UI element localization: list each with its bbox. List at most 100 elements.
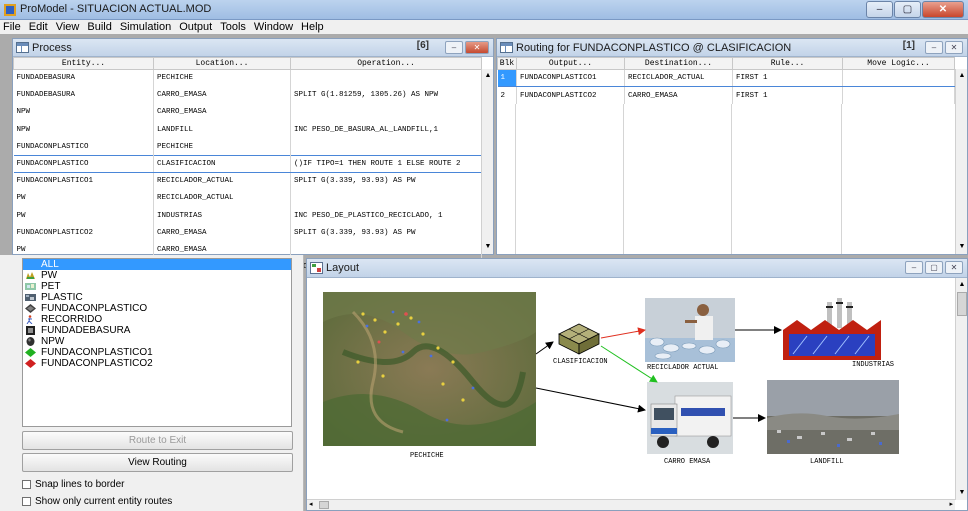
process-operation-cell[interactable] bbox=[290, 189, 482, 207]
process-row[interactable]: FUNDADEBASURA CARRO_EMASA SPLIT G(1.81259,… bbox=[13, 86, 482, 104]
routing-move-logic-cell[interactable] bbox=[842, 68, 955, 88]
process-entity-cell[interactable]: FUNDADEBASURA bbox=[13, 69, 154, 87]
entity-list-item[interactable]: PW bbox=[23, 270, 291, 281]
process-location-cell[interactable]: INDUSTRIAS bbox=[153, 207, 291, 225]
process-row[interactable]: NPW LANDFILL INC PESO_DE_BASURA_AL_LANDFIL… bbox=[13, 121, 482, 139]
process-location-cell[interactable]: CARRO_EMASA bbox=[153, 224, 291, 242]
routing-row[interactable]: 1 FUNDACONPLASTICO1 RECICLADOR_ACTUAL FIRST… bbox=[497, 68, 955, 88]
process-location-cell[interactable]: CLASIFICACION bbox=[153, 154, 291, 174]
process-row[interactable]: FUNDADEBASURA PECHICHE bbox=[13, 69, 482, 87]
scroll-up-icon[interactable]: ▲ bbox=[957, 71, 967, 81]
process-row[interactable]: FUNDACONPLASTICO2 CARRO_EMASA SPLIT G(3.33… bbox=[13, 224, 482, 242]
process-row[interactable]: NPW CARRO_EMASA bbox=[13, 103, 482, 122]
scroll-up-icon[interactable]: ▲ bbox=[957, 280, 967, 290]
checkbox-icon[interactable] bbox=[22, 480, 31, 489]
routing-rule-cell[interactable]: FIRST 1 bbox=[732, 68, 843, 88]
process-location-cell[interactable]: CARRO_EMASA bbox=[153, 86, 291, 104]
layout-minimize-button[interactable]: – bbox=[905, 261, 923, 274]
entity-list-item[interactable]: PLASTIC bbox=[23, 292, 291, 303]
process-operation-cell[interactable]: INC PESO_DE_BASURA_AL_LANDFILL,1 bbox=[290, 121, 482, 139]
entity-list-item[interactable]: NPW bbox=[23, 336, 291, 347]
routing-scrollbar[interactable]: ▲ ▼ bbox=[955, 69, 967, 254]
column-operation[interactable]: Operation... bbox=[290, 57, 482, 70]
process-operation-cell[interactable]: ()IF TIPO=1 THEN ROUTE 1 ELSE ROUTE 2 bbox=[290, 154, 482, 174]
scroll-left-icon[interactable]: ◂ bbox=[309, 500, 313, 510]
checkbox-icon[interactable] bbox=[22, 497, 31, 506]
entity-list-item[interactable]: FUNDACONPLASTICO2 bbox=[23, 358, 291, 369]
menu-help[interactable]: Help bbox=[301, 21, 324, 33]
scroll-up-icon[interactable]: ▲ bbox=[483, 71, 493, 81]
menu-edit[interactable]: Edit bbox=[29, 21, 48, 33]
process-operation-cell[interactable] bbox=[290, 138, 482, 156]
close-button[interactable]: ✕ bbox=[922, 1, 964, 18]
process-operation-cell[interactable] bbox=[290, 241, 482, 259]
entity-list[interactable]: ALL PW PET PLASTIC FUNDACONPLASTICO RECORRIDO… bbox=[22, 258, 292, 427]
view-routing-button[interactable]: View Routing bbox=[22, 453, 293, 472]
routing-output-cell[interactable]: FUNDACONPLASTICO2 bbox=[516, 86, 625, 104]
entity-list-item[interactable]: FUNDACONPLASTICO bbox=[23, 303, 291, 314]
scroll-thumb[interactable] bbox=[319, 501, 329, 509]
routing-minimize-button[interactable]: – bbox=[925, 41, 943, 54]
scroll-down-icon[interactable]: ▼ bbox=[957, 242, 967, 252]
route-pechiche-carro[interactable] bbox=[535, 387, 646, 413]
process-location-cell[interactable]: PECHICHE bbox=[153, 69, 291, 87]
process-entity-cell[interactable]: NPW bbox=[13, 121, 154, 139]
entity-list-item[interactable]: PET bbox=[23, 281, 291, 292]
process-entity-cell[interactable]: FUNDACONPLASTICO bbox=[13, 138, 154, 156]
entity-list-item[interactable]: ALL bbox=[23, 259, 291, 270]
process-operation-cell[interactable] bbox=[290, 69, 482, 87]
column-entity[interactable]: Entity... bbox=[13, 57, 154, 70]
column-move-logic[interactable]: Move Logic... bbox=[842, 57, 955, 70]
scroll-thumb[interactable] bbox=[957, 292, 967, 316]
entity-list-item[interactable]: FUNDACONPLASTICO1 bbox=[23, 347, 291, 358]
menu-window[interactable]: Window bbox=[254, 21, 293, 33]
entity-list-item[interactable]: RECORRIDO bbox=[23, 314, 291, 325]
menu-view[interactable]: View bbox=[56, 21, 80, 33]
process-entity-cell[interactable]: FUNDACONPLASTICO2 bbox=[13, 224, 154, 242]
process-row[interactable]: PW INDUSTRIAS INC PESO_DE_PLASTICO_RECICLA… bbox=[13, 207, 482, 225]
scroll-down-icon[interactable]: ▼ bbox=[483, 242, 493, 252]
process-location-cell[interactable]: CARRO_EMASA bbox=[153, 103, 291, 122]
process-location-cell[interactable]: PECHICHE bbox=[153, 138, 291, 156]
scroll-right-icon[interactable]: ▸ bbox=[949, 500, 953, 510]
layout-close-button[interactable]: ✕ bbox=[945, 261, 963, 274]
process-close-button[interactable]: ✕ bbox=[465, 41, 489, 54]
process-operation-cell[interactable]: SPLIT G(3.339, 93.93) AS PW bbox=[290, 224, 482, 242]
routing-output-cell[interactable]: FUNDACONPLASTICO1 bbox=[516, 68, 625, 88]
process-operation-cell[interactable]: SPLIT G(3.339, 93.93) AS PW bbox=[290, 172, 482, 190]
routing-close-button[interactable]: ✕ bbox=[945, 41, 963, 54]
process-operation-cell[interactable]: SPLIT G(1.81259, 1305.26) AS NPW bbox=[290, 86, 482, 104]
scroll-down-icon[interactable]: ▼ bbox=[957, 488, 967, 498]
process-row[interactable]: FUNDACONPLASTICO CLASIFICACION ()IF TIPO=1… bbox=[13, 154, 482, 174]
layout-vertical-scrollbar[interactable]: ▲ ▼ bbox=[955, 278, 967, 500]
entity-list-item[interactable]: FUNDADEBASURA bbox=[23, 325, 291, 336]
process-location-cell[interactable]: RECICLADOR_ACTUAL bbox=[153, 172, 291, 190]
process-entity-cell[interactable]: FUNDACONPLASTICO1 bbox=[13, 172, 154, 190]
process-entity-cell[interactable]: FUNDACONPLASTICO bbox=[13, 154, 154, 174]
route-clasificacion-reciclador[interactable] bbox=[600, 327, 646, 339]
column-destination[interactable]: Destination... bbox=[624, 57, 733, 70]
menu-simulation[interactable]: Simulation bbox=[120, 21, 171, 33]
show-current-routes-checkbox[interactable]: Show only current entity routes bbox=[22, 496, 172, 507]
column-blk[interactable]: Blk bbox=[497, 57, 517, 70]
route-clasificacion-carro[interactable] bbox=[600, 345, 658, 383]
routing-blk-cell[interactable]: 2 bbox=[497, 86, 517, 104]
column-rule[interactable]: Rule... bbox=[732, 57, 843, 70]
routing-destination-cell[interactable]: RECICLADOR_ACTUAL bbox=[624, 68, 733, 88]
layout-horizontal-scrollbar[interactable]: ◂ ▸ bbox=[307, 499, 955, 510]
layout-canvas[interactable]: PECHICHE CLASIFICACION RECICLADOR ACTUAL bbox=[307, 278, 955, 500]
routing-blk-cell[interactable]: 1 bbox=[497, 68, 517, 88]
snap-lines-checkbox[interactable]: Snap lines to border bbox=[22, 479, 125, 490]
menu-file[interactable]: File bbox=[3, 21, 21, 33]
process-minimize-button[interactable]: – bbox=[445, 41, 463, 54]
layout-maximize-button[interactable]: ▢ bbox=[925, 261, 943, 274]
routing-destination-cell[interactable]: CARRO_EMASA bbox=[624, 86, 733, 104]
menu-tools[interactable]: Tools bbox=[220, 21, 246, 33]
process-operation-cell[interactable] bbox=[290, 103, 482, 122]
menu-build[interactable]: Build bbox=[87, 21, 111, 33]
process-entity-cell[interactable]: PW bbox=[13, 189, 154, 207]
minimize-button[interactable]: – bbox=[866, 1, 893, 18]
route-to-exit-button[interactable]: Route to Exit bbox=[22, 431, 293, 450]
routing-move-logic-cell[interactable] bbox=[842, 86, 955, 104]
routing-row[interactable]: 2 FUNDACONPLASTICO2 CARRO_EMASA FIRST 1 bbox=[497, 86, 955, 104]
